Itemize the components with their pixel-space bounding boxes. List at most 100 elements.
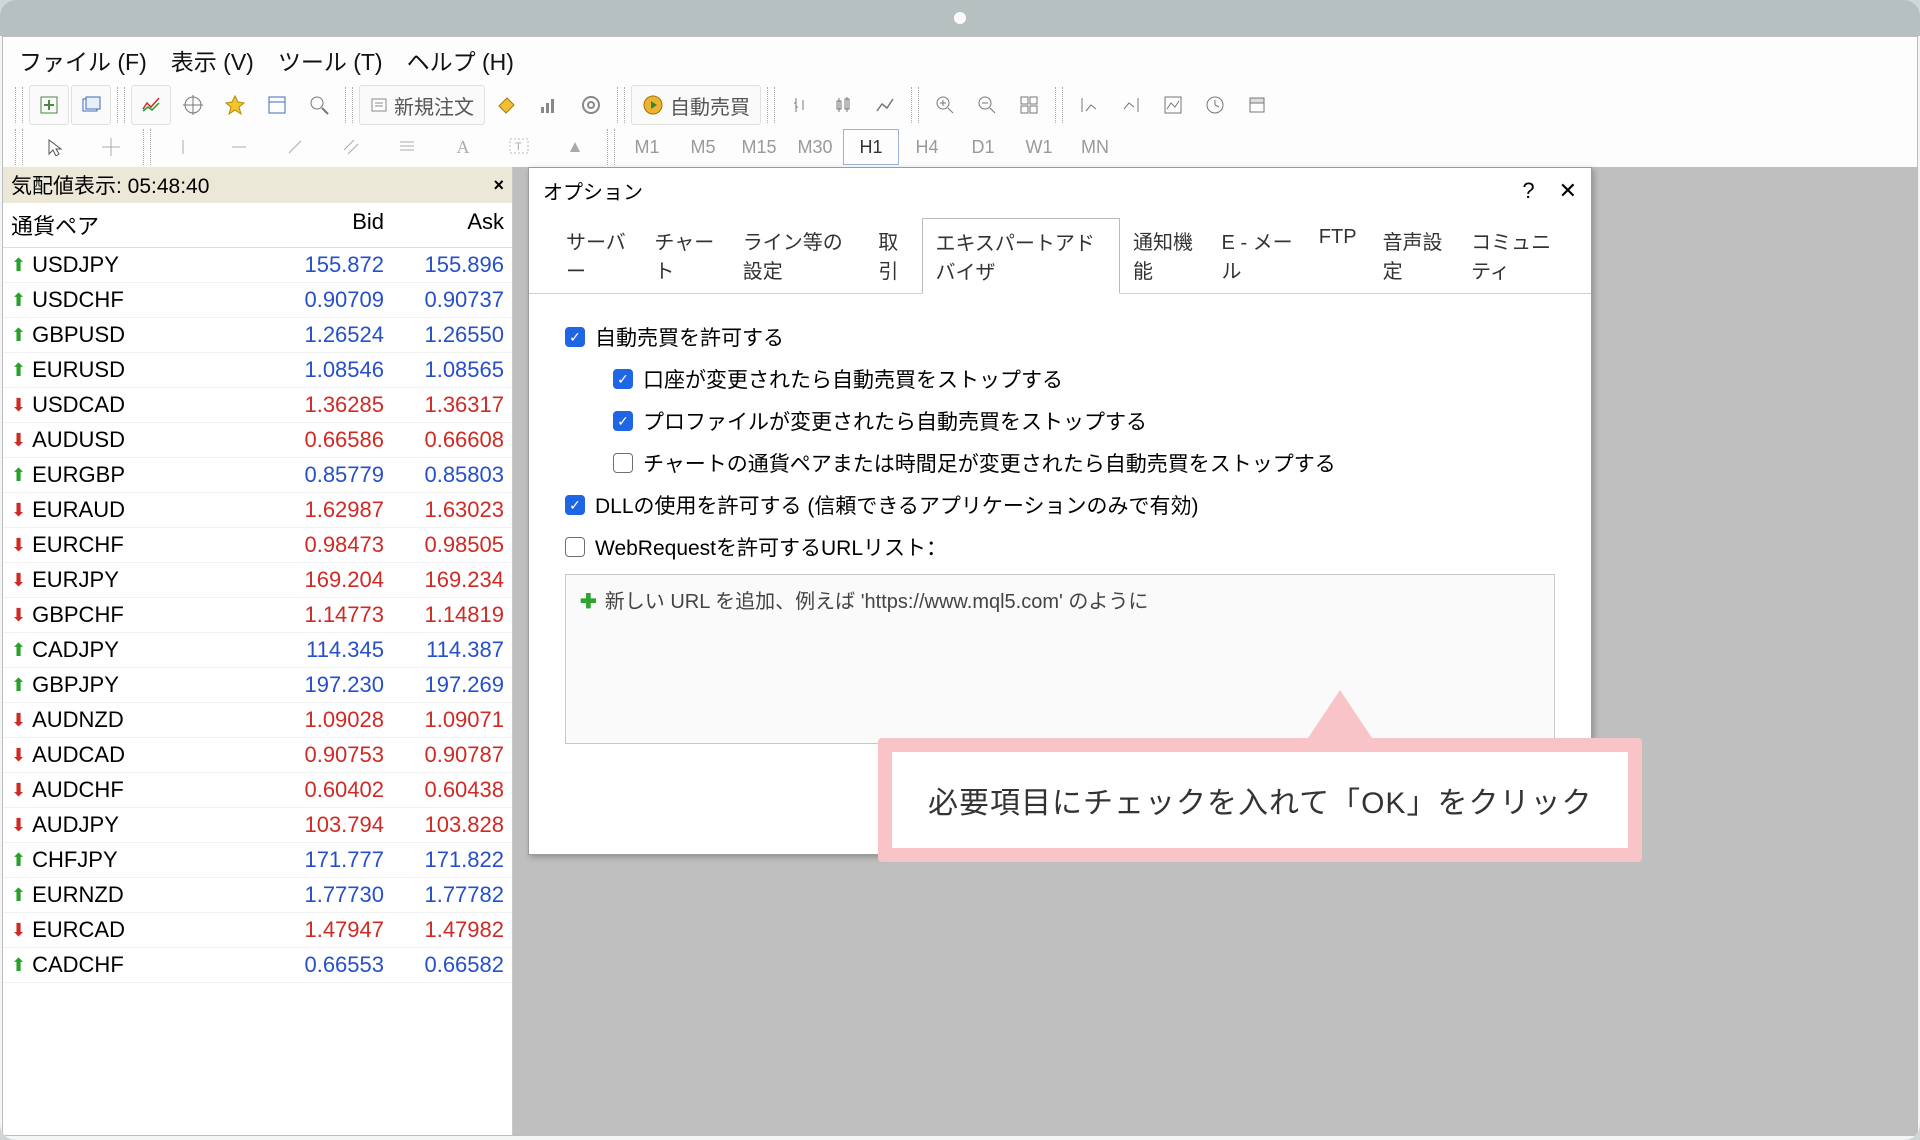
close-icon[interactable]: × xyxy=(493,175,504,196)
market-watch-row[interactable]: ⬆USDCHF0.907090.90737 xyxy=(3,283,512,318)
options-tab[interactable]: サーバー xyxy=(553,217,641,293)
trendline-icon[interactable] xyxy=(267,129,323,165)
crosshair-tool-icon[interactable] xyxy=(83,129,139,165)
market-watch-row[interactable]: ⬇AUDNZD1.090281.09071 xyxy=(3,703,512,738)
market-watch-row[interactable]: ⬇AUDCHF0.604020.60438 xyxy=(3,773,512,808)
metaeditor-icon[interactable] xyxy=(487,85,527,125)
auto-trading-button[interactable]: 自動売買 xyxy=(631,85,761,125)
shapes-icon[interactable] xyxy=(547,129,603,165)
shift-end-icon[interactable] xyxy=(1069,85,1109,125)
market-watch-row[interactable]: ⬆CHFJPY171.777171.822 xyxy=(3,843,512,878)
arrow-up-icon: ⬆ xyxy=(11,465,26,486)
checkbox-allow-dll[interactable]: ✓ xyxy=(565,495,585,515)
timeframe-m5[interactable]: M5 xyxy=(675,129,731,165)
ask-price: 1.36317 xyxy=(384,392,504,418)
market-watch-row[interactable]: ⬆EURUSD1.085461.08565 xyxy=(3,353,512,388)
market-watch-icon[interactable] xyxy=(131,85,171,125)
navigator-icon[interactable] xyxy=(215,85,255,125)
profiles-icon[interactable] xyxy=(71,85,111,125)
tile-windows-icon[interactable] xyxy=(1009,85,1049,125)
options-tab[interactable]: 通知機能 xyxy=(1120,217,1209,293)
candle-chart-icon[interactable] xyxy=(823,85,863,125)
close-icon[interactable]: ✕ xyxy=(1559,178,1577,204)
text-label-icon[interactable]: T xyxy=(491,129,547,165)
col-ask[interactable]: Ask xyxy=(384,209,504,241)
menu-file[interactable]: ファイル (F) xyxy=(19,43,147,77)
data-window-icon[interactable] xyxy=(257,85,297,125)
market-watch-row[interactable]: ⬆GBPUSD1.265241.26550 xyxy=(3,318,512,353)
market-watch-row[interactable]: ⬇AUDCAD0.907530.90787 xyxy=(3,738,512,773)
channel-icon[interactable] xyxy=(323,129,379,165)
timeframe-w1[interactable]: W1 xyxy=(1011,129,1067,165)
market-watch-row[interactable]: ⬇AUDUSD0.665860.66608 xyxy=(3,423,512,458)
bar-chart-icon[interactable] xyxy=(781,85,821,125)
market-watch-row[interactable]: ⬆EURNZD1.777301.77782 xyxy=(3,878,512,913)
market-watch-row[interactable]: ⬇GBPCHF1.147731.14819 xyxy=(3,598,512,633)
fibonacci-icon[interactable] xyxy=(379,129,435,165)
crosshair-icon[interactable] xyxy=(173,85,213,125)
options-tab[interactable]: コミュニティ xyxy=(1458,217,1577,293)
timeframe-h4[interactable]: H4 xyxy=(899,129,955,165)
help-icon[interactable]: ? xyxy=(1522,178,1534,204)
checkbox-stop-on-account-change[interactable]: ✓ xyxy=(613,369,633,389)
signals-icon[interactable] xyxy=(529,85,569,125)
checkbox-stop-on-symbol-change[interactable] xyxy=(613,453,633,473)
market-watch-row[interactable]: ⬆USDJPY155.872155.896 xyxy=(3,248,512,283)
market-watch-row[interactable]: ⬆CADJPY114.345114.387 xyxy=(3,633,512,668)
zoom-out-icon[interactable] xyxy=(967,85,1007,125)
timeframe-m1[interactable]: M1 xyxy=(619,129,675,165)
options-tab[interactable]: 音声設定 xyxy=(1370,217,1459,293)
checkbox-allow-auto-trading[interactable]: ✓ xyxy=(565,327,585,347)
toolbar-main: 新規注文 自動売買 xyxy=(3,83,1917,127)
auto-scroll-icon[interactable] xyxy=(1111,85,1151,125)
market-watch-row[interactable]: ⬆GBPJPY197.230197.269 xyxy=(3,668,512,703)
checkbox-allow-webrequest[interactable] xyxy=(565,537,585,557)
options-tab[interactable]: エキスパートアドバイザ xyxy=(922,218,1120,294)
checkbox-stop-on-profile-change[interactable]: ✓ xyxy=(613,411,633,431)
options-tab[interactable]: 取引 xyxy=(865,217,922,293)
arrow-down-icon: ⬇ xyxy=(11,780,26,801)
bid-price: 171.777 xyxy=(264,847,384,873)
options-tab[interactable]: ライン等の設定 xyxy=(730,217,865,293)
options-tab[interactable]: E - メール xyxy=(1209,217,1306,293)
periodicity-icon[interactable] xyxy=(1195,85,1235,125)
indicators-icon[interactable] xyxy=(1153,85,1193,125)
market-watch-row[interactable]: ⬇USDCAD1.362851.36317 xyxy=(3,388,512,423)
col-bid[interactable]: Bid xyxy=(264,209,384,241)
timeframe-m30[interactable]: M30 xyxy=(787,129,843,165)
options-tab[interactable]: FTP xyxy=(1306,217,1370,293)
vertical-line-icon[interactable] xyxy=(155,129,211,165)
new-order-button[interactable]: 新規注文 xyxy=(359,85,485,125)
toolbar-grip xyxy=(1055,87,1063,123)
new-chart-icon[interactable] xyxy=(29,85,69,125)
timeframe-mn[interactable]: MN xyxy=(1067,129,1123,165)
horizontal-line-icon[interactable] xyxy=(211,129,267,165)
timeframe-m15[interactable]: M15 xyxy=(731,129,787,165)
callout-arrow-icon xyxy=(1308,690,1372,738)
menu-help[interactable]: ヘルプ (H) xyxy=(407,43,514,77)
text-tool-icon[interactable]: A xyxy=(435,129,491,165)
menu-view[interactable]: 表示 (V) xyxy=(171,43,254,77)
market-watch-row[interactable]: ⬇AUDJPY103.794103.828 xyxy=(3,808,512,843)
line-chart-icon[interactable] xyxy=(865,85,905,125)
options-tab[interactable]: チャート xyxy=(641,217,729,293)
market-watch-row[interactable]: ⬇EURCAD1.479471.47982 xyxy=(3,913,512,948)
market-watch-row[interactable]: ⬇EURAUD1.629871.63023 xyxy=(3,493,512,528)
timeframe-h1[interactable]: H1 xyxy=(843,129,899,165)
bid-price: 1.08546 xyxy=(264,357,384,383)
market-watch-row[interactable]: ⬆EURGBP0.857790.85803 xyxy=(3,458,512,493)
col-pair[interactable]: 通貨ペア xyxy=(11,209,264,241)
market-watch-row[interactable]: ⬆CADCHF0.665530.66582 xyxy=(3,948,512,983)
timeframe-d1[interactable]: D1 xyxy=(955,129,1011,165)
bid-price: 155.872 xyxy=(264,252,384,278)
templates-icon[interactable] xyxy=(1237,85,1277,125)
arrow-up-icon: ⬆ xyxy=(11,255,26,276)
market-watch-row[interactable]: ⬇EURCHF0.984730.98505 xyxy=(3,528,512,563)
menu-tools[interactable]: ツール (T) xyxy=(278,43,383,77)
strategy-tester-icon[interactable] xyxy=(299,85,339,125)
ask-price: 1.09071 xyxy=(384,707,504,733)
cursor-icon[interactable] xyxy=(27,129,83,165)
market-icon[interactable] xyxy=(571,85,611,125)
market-watch-row[interactable]: ⬇EURJPY169.204169.234 xyxy=(3,563,512,598)
zoom-in-icon[interactable] xyxy=(925,85,965,125)
